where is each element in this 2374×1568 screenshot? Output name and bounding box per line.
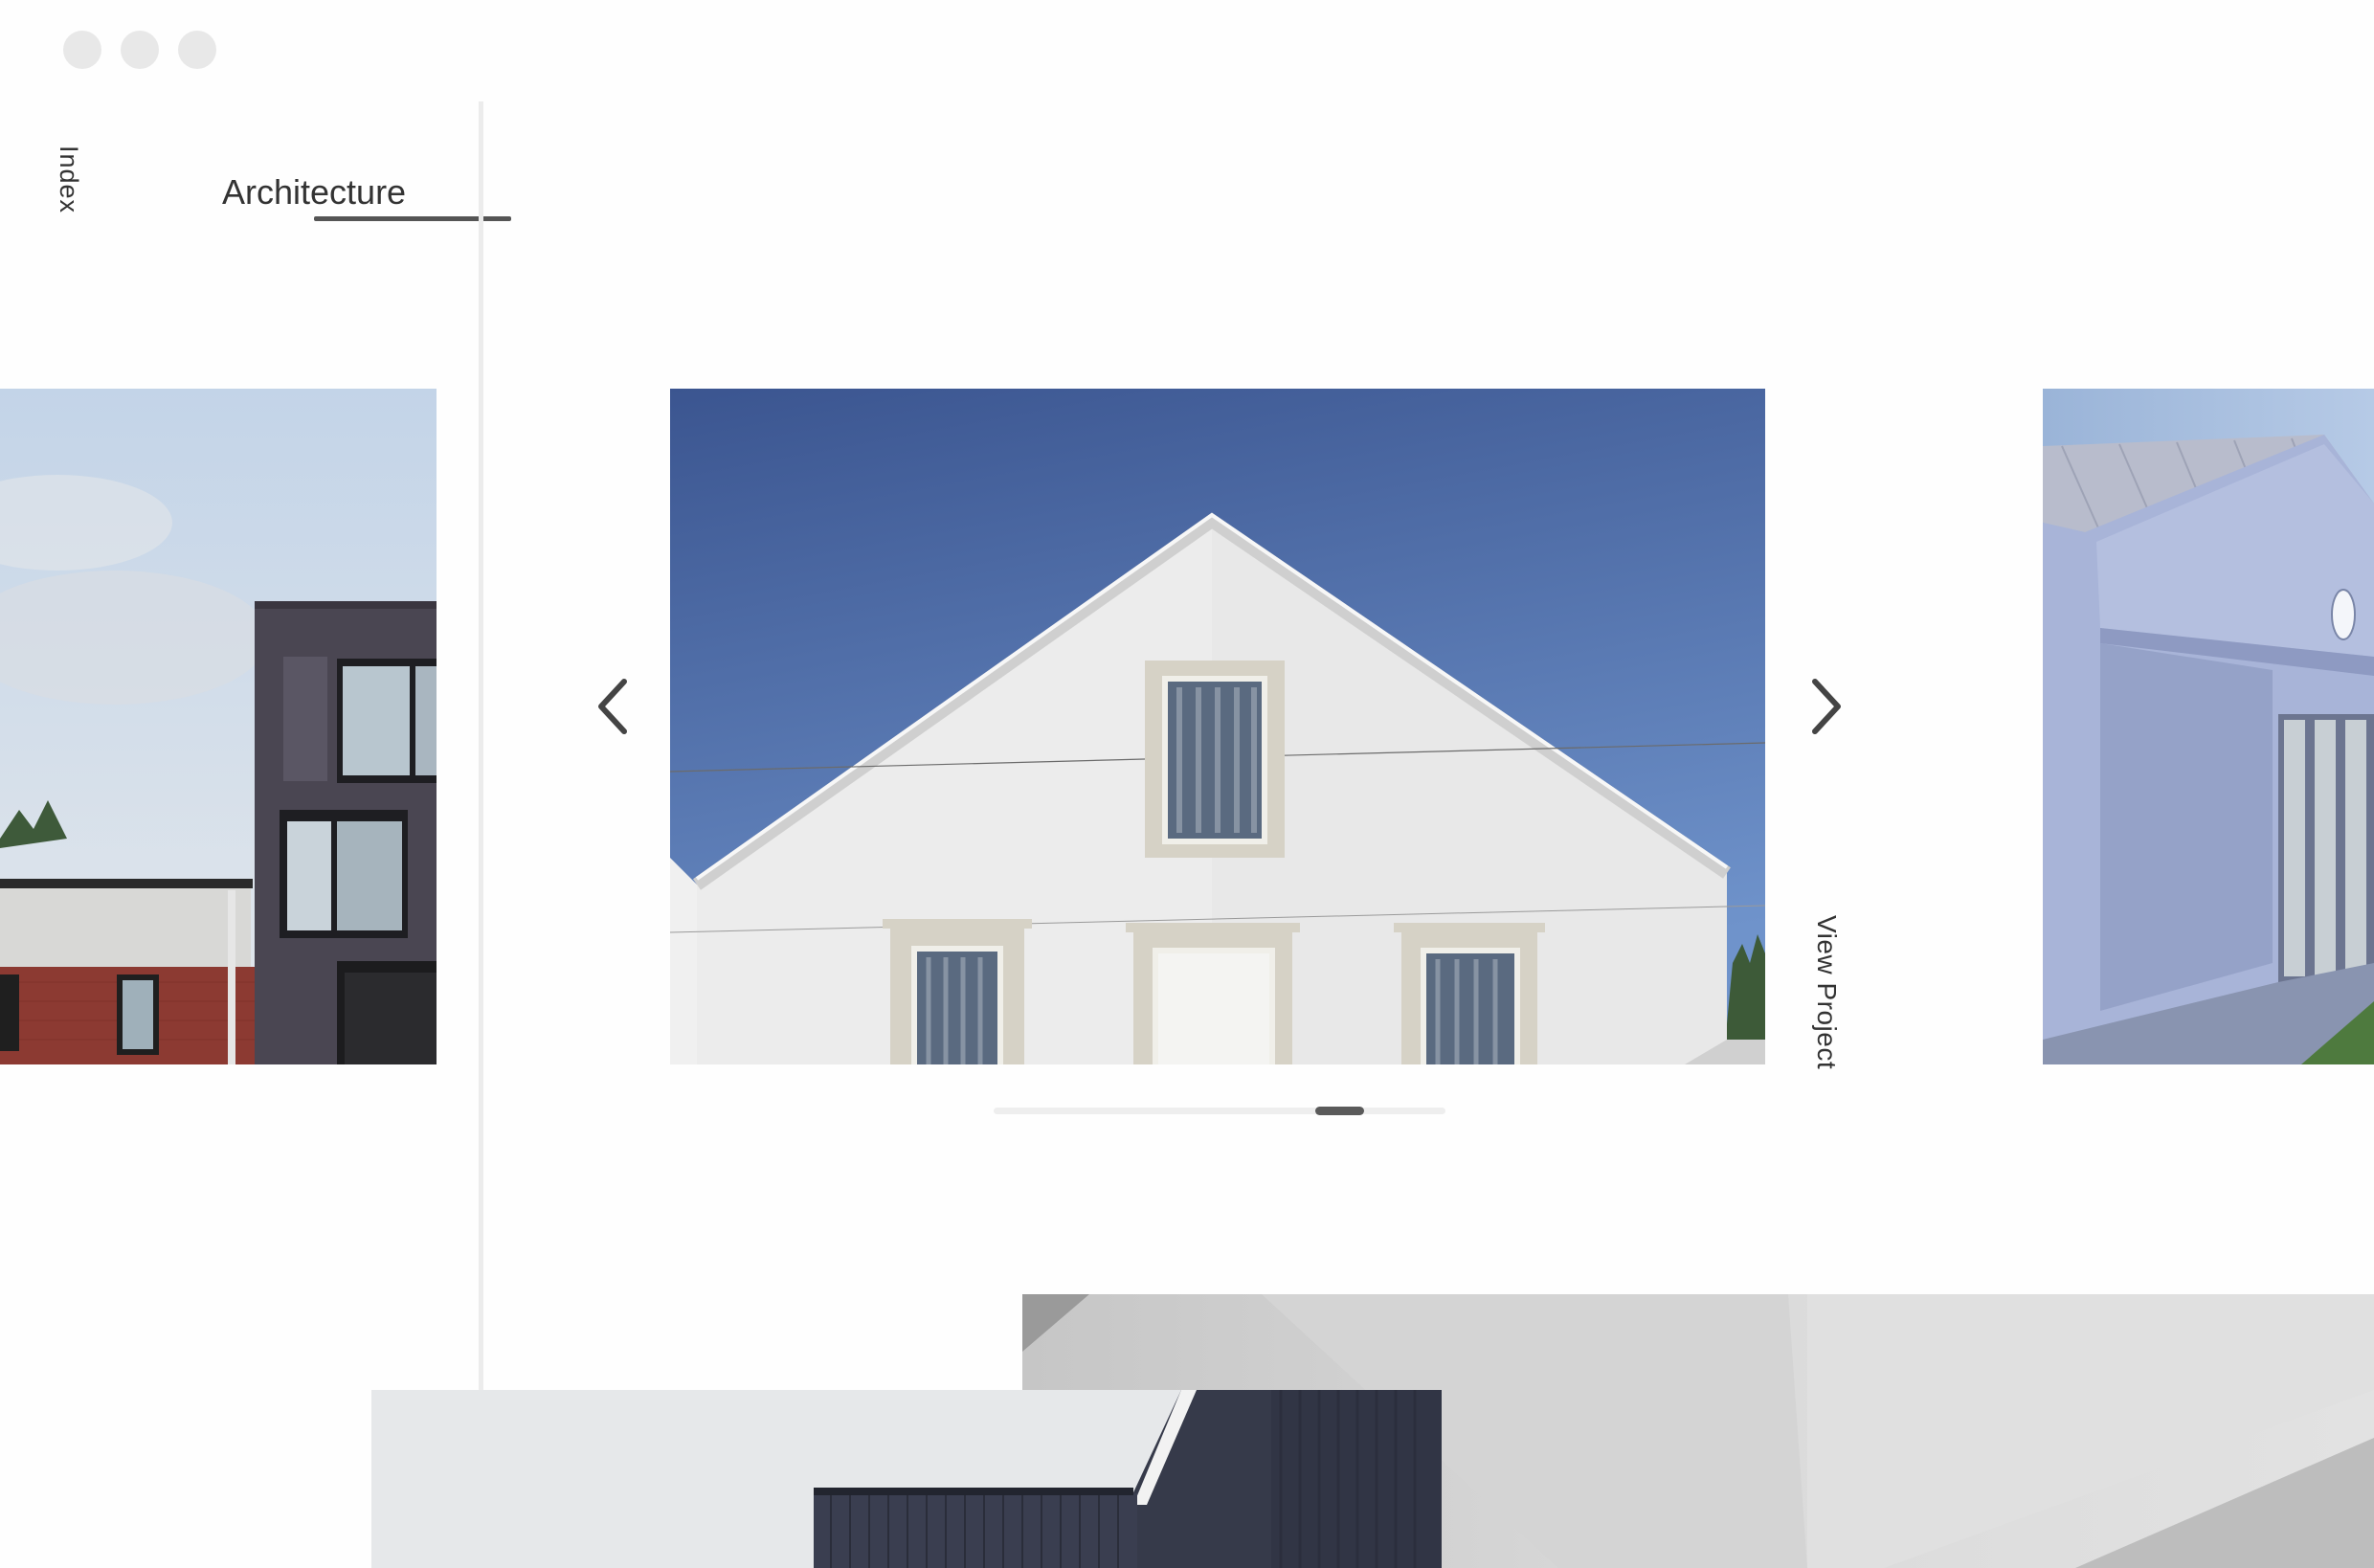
modern-house-image (2043, 389, 2374, 1064)
nav-index-link[interactable]: Index (54, 146, 83, 213)
white-house-image (670, 389, 1765, 1064)
carousel-scroll-track[interactable] (994, 1108, 1445, 1114)
page: Index Architecture View Project (0, 0, 2374, 1568)
chevron-right-icon (1812, 679, 1841, 734)
carousel-scroll-thumb[interactable] (1315, 1107, 1364, 1115)
sidebar-divider (479, 101, 483, 1390)
brick-building-image (0, 389, 437, 1064)
metal-building-image (371, 1390, 1442, 1568)
project-thumbnail-right[interactable] (2043, 389, 2374, 1064)
window-dot-minimize[interactable] (121, 31, 159, 69)
project-image-bottom-left[interactable] (371, 1390, 1442, 1568)
carousel-next-button[interactable] (1796, 668, 1853, 745)
view-project-link[interactable]: View Project (1811, 915, 1842, 1069)
project-image-main[interactable] (670, 389, 1765, 1064)
carousel-prev-button[interactable] (586, 668, 643, 745)
project-thumbnail-left[interactable] (0, 389, 437, 1064)
nav-architecture-link[interactable]: Architecture (222, 172, 406, 213)
window-dot-close[interactable] (63, 31, 101, 69)
chevron-left-icon (598, 679, 627, 734)
window-dot-maximize[interactable] (178, 31, 216, 69)
